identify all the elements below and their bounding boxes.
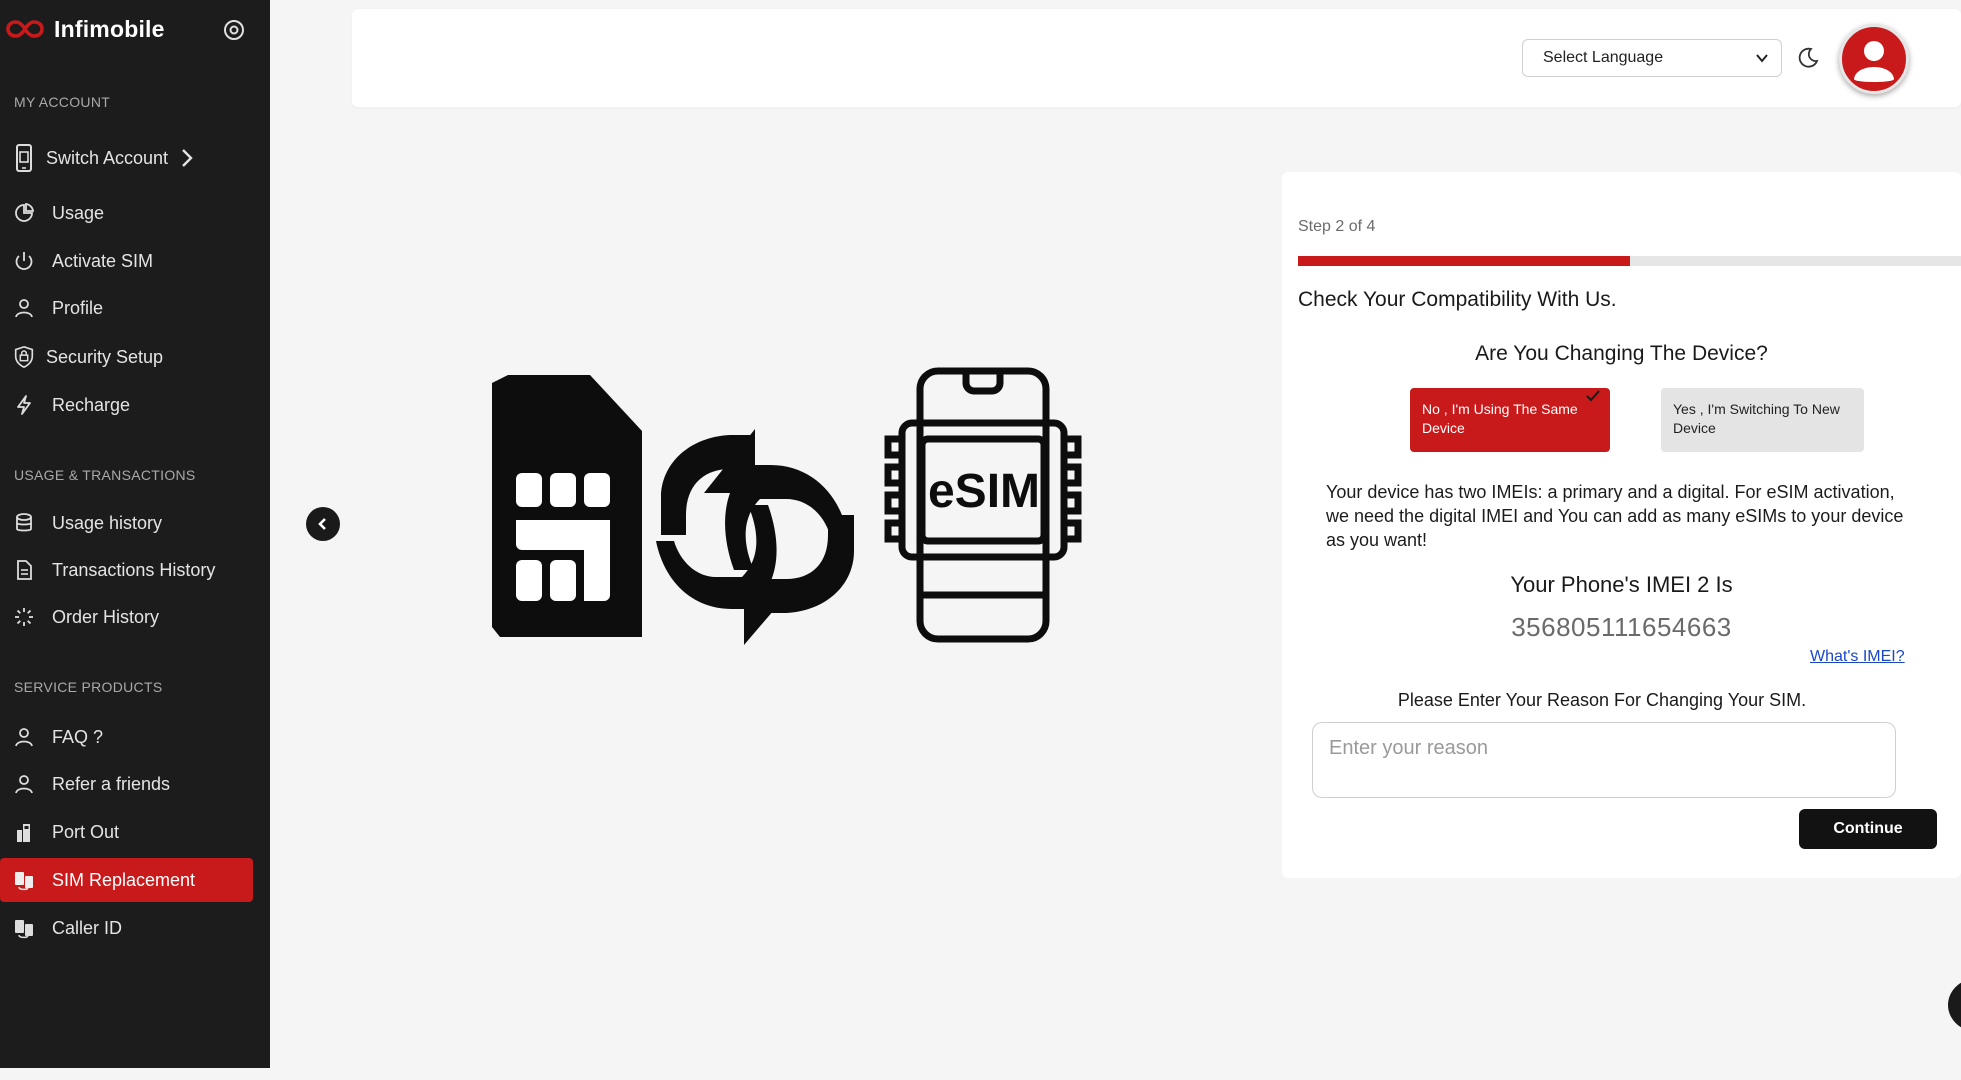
sidebar-item-label: Port Out bbox=[52, 821, 120, 842]
chevron-right-icon bbox=[182, 149, 193, 167]
sidebar-item-caller-id[interactable]: Caller ID bbox=[0, 906, 253, 950]
shield-icon bbox=[12, 345, 36, 369]
imei-info-text: Your device has two IMEIs: a primary and… bbox=[1326, 482, 1904, 550]
sidebar: Infimobile MY ACCOUNT Switch Account Usa… bbox=[0, 0, 270, 1068]
sim-swap-icon bbox=[12, 916, 36, 940]
sidebar-item-label: Activate SIM bbox=[52, 250, 154, 271]
pie-chart-icon bbox=[12, 201, 36, 225]
step-indicator: Step 2 of 4 bbox=[1298, 218, 1376, 235]
chevron-down-icon bbox=[1756, 54, 1768, 63]
user-icon bbox=[12, 296, 36, 320]
chevron-left-icon bbox=[318, 518, 326, 530]
section-usage-transactions: USAGE & TRANSACTIONS bbox=[14, 467, 196, 483]
brand[interactable]: Infimobile bbox=[6, 12, 165, 46]
option-same-device-button[interactable]: No , I'm Using The Same Device bbox=[1410, 388, 1610, 452]
document-icon bbox=[12, 558, 36, 582]
imei-title: Your Phone's IMEI 2 Is bbox=[1510, 572, 1733, 597]
sidebar-item-label: SIM Replacement bbox=[52, 869, 196, 890]
check-icon bbox=[1586, 390, 1600, 402]
section-service-products: SERVICE PRODUCTS bbox=[14, 679, 163, 695]
sidebar-item-order-history[interactable]: Order History bbox=[0, 595, 253, 639]
loader-icon bbox=[12, 605, 36, 629]
sidebar-item-label: Caller ID bbox=[52, 917, 123, 938]
brand-name: Infimobile bbox=[54, 15, 165, 42]
port-icon bbox=[12, 820, 36, 844]
continue-button[interactable]: Continue bbox=[1799, 809, 1937, 849]
user-icon bbox=[12, 772, 36, 796]
sidebar-item-activate-sim[interactable]: Activate SIM bbox=[0, 239, 253, 283]
top-header: Select Language bbox=[352, 9, 1961, 107]
device-change-question: Are You Changing The Device? bbox=[1475, 342, 1768, 365]
sidebar-item-label: Security Setup bbox=[46, 346, 164, 367]
sidebar-item-label: Order History bbox=[52, 606, 160, 627]
sidebar-item-label: Switch Account bbox=[46, 147, 169, 168]
step-progress-bar bbox=[1298, 256, 1961, 266]
bolt-icon bbox=[12, 393, 36, 417]
section-my-account: MY ACCOUNT bbox=[14, 94, 111, 110]
sidebar-item-label: Usage history bbox=[52, 512, 163, 533]
sidebar-item-label: Usage bbox=[52, 202, 105, 223]
imei-value: 356805111654663 bbox=[1511, 612, 1732, 642]
reason-label: Please Enter Your Reason For Changing Yo… bbox=[1397, 690, 1807, 710]
infinity-logo-icon bbox=[6, 20, 44, 38]
dark-mode-moon-icon[interactable] bbox=[1796, 46, 1820, 70]
card-title: Check Your Compatibility With Us. bbox=[1298, 288, 1617, 311]
swap-arrows-icon bbox=[656, 429, 854, 645]
sidebar-item-usage-history[interactable]: Usage history bbox=[0, 501, 253, 545]
sidebar-item-transactions-history[interactable]: Transactions History bbox=[0, 548, 253, 592]
sidebar-item-usage[interactable]: Usage bbox=[0, 191, 253, 235]
option-new-device-button[interactable]: Yes , I'm Switching To New Device bbox=[1661, 388, 1864, 452]
power-icon bbox=[12, 249, 36, 273]
language-select[interactable]: Select Language bbox=[1522, 39, 1782, 77]
sidebar-item-sim-replacement[interactable]: SIM Replacement bbox=[0, 858, 253, 902]
sim-card-icon bbox=[492, 375, 642, 637]
sidebar-item-recharge[interactable]: Recharge bbox=[0, 383, 253, 427]
sidebar-item-profile[interactable]: Profile bbox=[0, 286, 253, 330]
esim-label: eSIM bbox=[928, 465, 1040, 518]
language-select-value: Select Language bbox=[1543, 49, 1664, 66]
user-icon bbox=[12, 725, 36, 749]
sim-phone-icon bbox=[12, 144, 36, 172]
sidebar-item-label: Recharge bbox=[52, 394, 131, 415]
compatibility-card: Step 2 of 4 Check Your Compatibility Wit… bbox=[1282, 172, 1961, 878]
reason-input[interactable] bbox=[1312, 722, 1896, 798]
sidebar-item-refer-friends[interactable]: Refer a friends bbox=[0, 762, 253, 806]
step-progress-fill bbox=[1298, 256, 1630, 266]
sidebar-item-switch-account[interactable]: Switch Account bbox=[0, 136, 253, 180]
sidebar-item-port-out[interactable]: Port Out bbox=[0, 810, 253, 854]
sim-swap-icon bbox=[12, 868, 36, 892]
option-label: No , I'm Using The Same Device bbox=[1422, 401, 1578, 436]
sidebar-item-label: FAQ ? bbox=[52, 726, 104, 747]
sidebar-toggle-icon[interactable] bbox=[222, 18, 246, 42]
user-avatar-icon bbox=[1854, 41, 1894, 82]
sidebar-item-security-setup[interactable]: Security Setup bbox=[0, 335, 253, 379]
chat-widget-button[interactable] bbox=[1948, 978, 1961, 1032]
sim-to-esim-illustration: eSIM bbox=[492, 367, 1082, 645]
sidebar-item-label: Refer a friends bbox=[52, 773, 171, 794]
back-button[interactable] bbox=[306, 507, 340, 541]
database-icon bbox=[12, 511, 36, 535]
avatar[interactable] bbox=[1839, 24, 1909, 94]
option-label: Yes , I'm Switching To New Device bbox=[1673, 401, 1840, 436]
sidebar-item-label: Profile bbox=[52, 297, 104, 318]
whats-imei-link[interactable]: What's IMEI? bbox=[1810, 648, 1905, 666]
sidebar-item-label: Transactions History bbox=[52, 559, 216, 580]
sidebar-item-faq[interactable]: FAQ ? bbox=[0, 715, 253, 759]
